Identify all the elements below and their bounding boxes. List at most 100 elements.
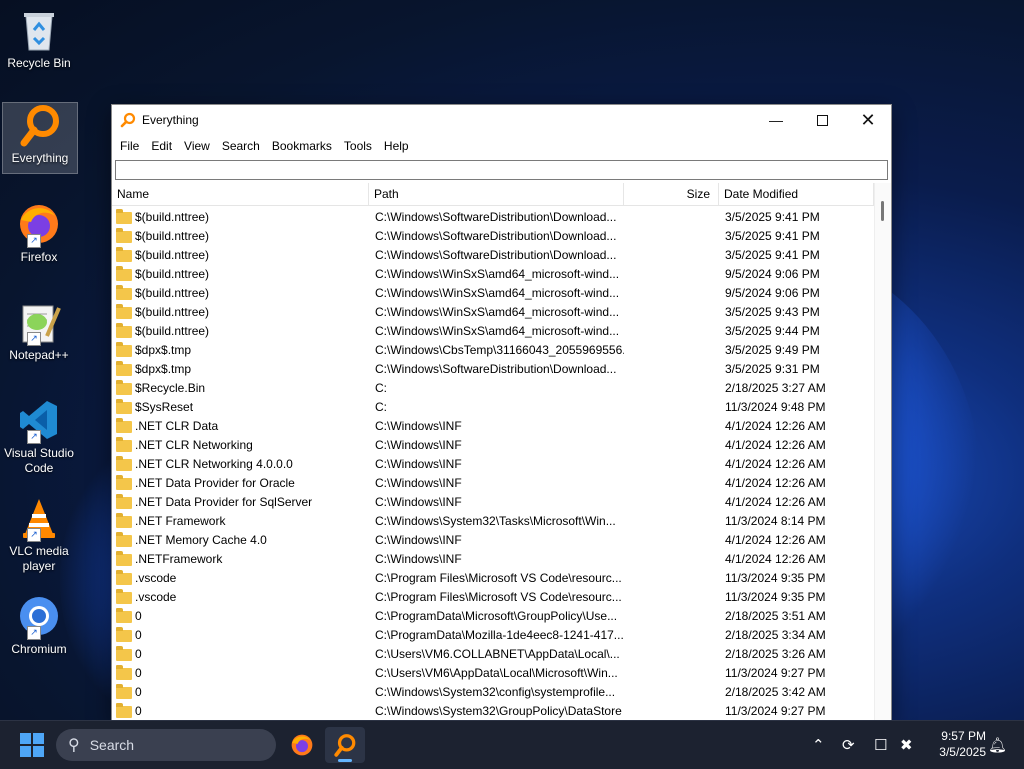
desktop-icon-label: Notepad++ xyxy=(9,348,69,362)
menu-file[interactable]: File xyxy=(114,136,145,156)
menu-edit[interactable]: Edit xyxy=(145,136,178,156)
column-header-name[interactable]: Name xyxy=(112,183,369,205)
menu-view[interactable]: View xyxy=(178,136,216,156)
row-name: 0 xyxy=(135,704,142,718)
table-row[interactable]: $dpx$.tmp C:\Windows\CbsTemp\31166043_205… xyxy=(112,341,874,360)
desktop-icon-vscode[interactable]: ↗ Visual Studio Code xyxy=(2,398,76,482)
chevron-up-icon: ⌃ xyxy=(812,737,825,754)
row-path: C:\Windows\CbsTemp\31166043_2055969556..… xyxy=(375,343,624,357)
row-path: C:\Windows\SoftwareDistribution\Download… xyxy=(375,248,617,262)
folder-icon xyxy=(116,569,132,585)
table-row[interactable]: 0 C:\Users\VM6.COLLABNET\AppData\Local\..… xyxy=(112,645,874,664)
firefox-icon xyxy=(291,734,313,756)
row-size xyxy=(624,284,719,303)
taskbar-firefox[interactable] xyxy=(282,727,322,763)
notifications-button[interactable]: 🔔︎ xyxy=(988,721,1007,769)
table-row[interactable]: .NETFramework C:\Windows\INF 4/1/2024 12:2… xyxy=(112,550,874,569)
folder-icon xyxy=(116,398,132,414)
row-name: $(build.nttree) xyxy=(135,248,210,262)
menu-help[interactable]: Help xyxy=(378,136,415,156)
search-input[interactable] xyxy=(115,160,888,180)
folder-icon xyxy=(116,322,132,338)
table-row[interactable]: $(build.nttree) C:\Windows\WinSxS\amd64_m… xyxy=(112,303,874,322)
desktop-icon-recycle-bin[interactable]: Recycle Bin xyxy=(2,8,76,78)
row-name-cell: .NET CLR Networking 4.0.0.0 xyxy=(112,455,369,474)
desktop-icon-chromium[interactable]: ↗ Chromium xyxy=(2,594,76,664)
vertical-scrollbar[interactable] xyxy=(874,183,891,721)
table-row[interactable]: $(build.nttree) C:\Windows\SoftwareDistri… xyxy=(112,246,874,265)
table-row[interactable]: .NET CLR Networking C:\Windows\INF 4/1/202… xyxy=(112,436,874,455)
folder-icon xyxy=(116,512,132,528)
row-name: $Recycle.Bin xyxy=(135,381,206,395)
menu-search[interactable]: Search xyxy=(216,136,266,156)
desktop-icon-label: Visual Studio Code xyxy=(4,446,74,475)
column-header-path[interactable]: Path xyxy=(369,183,624,205)
menu-bar: File Edit View Search Bookmarks Tools He… xyxy=(112,135,891,157)
row-size xyxy=(624,417,719,436)
show-hidden-icons-button[interactable]: ⌃ xyxy=(812,721,825,769)
volume-button[interactable]: ✖ xyxy=(900,721,913,769)
row-size xyxy=(624,322,719,341)
table-row[interactable]: $(build.nttree) C:\Windows\SoftwareDistri… xyxy=(112,208,874,227)
everything-icon xyxy=(18,103,62,147)
maximize-button[interactable] xyxy=(799,105,845,135)
row-name: .NET Framework xyxy=(135,514,226,528)
table-row[interactable]: 0 C:\Users\VM6\AppData\Local\Microsoft\Wi… xyxy=(112,664,874,683)
table-row[interactable]: $(build.nttree) C:\Windows\WinSxS\amd64_m… xyxy=(112,284,874,303)
table-row[interactable]: .NET Memory Cache 4.0 C:\Windows\INF 4/1/2… xyxy=(112,531,874,550)
table-row[interactable]: .vscode C:\Program Files\Microsoft VS Cod… xyxy=(112,588,874,607)
everything-icon xyxy=(120,112,136,128)
row-name: .NET Data Provider for Oracle xyxy=(135,476,295,490)
table-row[interactable]: $(build.nttree) C:\Windows\WinSxS\amd64_m… xyxy=(112,265,874,284)
start-button[interactable] xyxy=(20,733,44,757)
menu-tools[interactable]: Tools xyxy=(338,136,378,156)
column-header-date-modified[interactable]: Date Modified xyxy=(719,183,874,205)
desktop-icon-everything[interactable]: Everything xyxy=(2,102,78,174)
table-row[interactable]: $(build.nttree) C:\Windows\SoftwareDistri… xyxy=(112,227,874,246)
table-row[interactable]: .NET Data Provider for Oracle C:\Windows\… xyxy=(112,474,874,493)
desktop-icon-notepadpp[interactable]: ↗ Notepad++ xyxy=(2,300,76,370)
folder-icon xyxy=(116,455,132,471)
desktop-icon-firefox[interactable]: ↗ Firefox xyxy=(2,202,76,272)
taskbar-search-box[interactable]: ⚲ Search xyxy=(56,729,276,761)
row-name: .NET CLR Data xyxy=(135,419,219,433)
row-date-modified: 2/18/2025 3:51 AM xyxy=(725,609,826,623)
folder-icon xyxy=(116,284,132,300)
clock-date: 3/5/2025 xyxy=(939,745,986,759)
close-button[interactable]: ✕ xyxy=(845,105,891,135)
menu-bookmarks[interactable]: Bookmarks xyxy=(266,136,338,156)
row-name-cell: $(build.nttree) xyxy=(112,227,369,246)
row-date-modified: 4/1/2024 12:26 AM xyxy=(725,419,826,433)
row-name-cell: $dpx$.tmp xyxy=(112,341,369,360)
row-date-modified: 3/5/2025 9:44 PM xyxy=(725,324,820,338)
row-name: $(build.nttree) xyxy=(135,286,210,300)
desktop-icon-vlc[interactable]: ↗ VLC media player xyxy=(2,496,76,580)
row-size xyxy=(624,664,719,683)
table-row[interactable]: 0 C:\Windows\System32\config\systemprofil… xyxy=(112,683,874,702)
table-row[interactable]: $(build.nttree) C:\Windows\WinSxS\amd64_m… xyxy=(112,322,874,341)
table-row[interactable]: $dpx$.tmp C:\Windows\SoftwareDistribution… xyxy=(112,360,874,379)
taskbar-clock[interactable]: 9:57 PM 3/5/2025 xyxy=(920,728,986,760)
table-row[interactable]: 0 C:\ProgramData\Mozilla-1de4eec8-1241-41… xyxy=(112,626,874,645)
network-button[interactable]: ☐ xyxy=(874,721,887,769)
row-size xyxy=(624,683,719,702)
column-header-size[interactable]: Size xyxy=(624,183,719,205)
row-name-cell: 0 xyxy=(112,645,369,664)
table-row[interactable]: .NET CLR Networking 4.0.0.0 C:\Windows\IN… xyxy=(112,455,874,474)
table-row[interactable]: .vscode C:\Program Files\Microsoft VS Cod… xyxy=(112,569,874,588)
table-row[interactable]: $Recycle.Bin C: 2/18/2025 3:27 AM xyxy=(112,379,874,398)
table-row[interactable]: 0 C:\ProgramData\Microsoft\GroupPolicy\Us… xyxy=(112,607,874,626)
title-bar[interactable]: Everything — ✕ xyxy=(112,105,891,135)
table-row[interactable]: .NET Data Provider for SqlServer C:\Windo… xyxy=(112,493,874,512)
maximize-icon xyxy=(816,114,828,126)
scrollbar-thumb[interactable] xyxy=(881,201,884,221)
table-row[interactable]: .NET Framework C:\Windows\System32\Tasks\… xyxy=(112,512,874,531)
table-row[interactable]: 0 C:\Windows\System32\GroupPolicy\DataSto… xyxy=(112,702,874,721)
update-status-button[interactable]: ⟳ xyxy=(842,721,855,769)
taskbar-everything[interactable] xyxy=(325,727,365,763)
row-size xyxy=(624,227,719,246)
table-row[interactable]: .NET CLR Data C:\Windows\INF 4/1/2024 12:2… xyxy=(112,417,874,436)
minimize-button[interactable]: — xyxy=(753,105,799,135)
table-row[interactable]: $SysReset C: 11/3/2024 9:48 PM xyxy=(112,398,874,417)
row-name: .vscode xyxy=(135,571,177,585)
